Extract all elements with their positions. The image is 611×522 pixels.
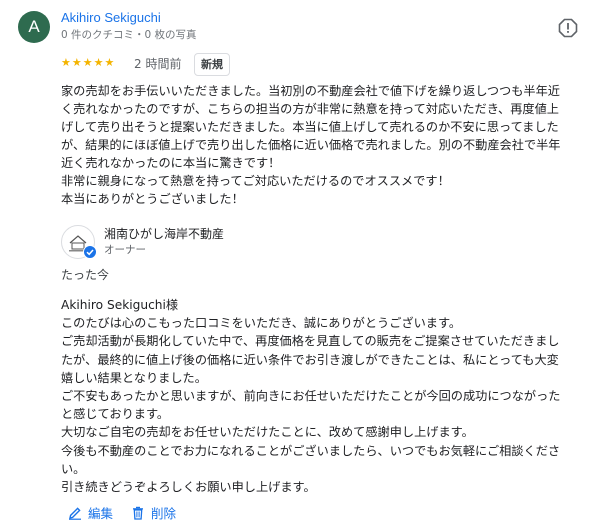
reply-line: 嬉しい結果となりました。 — [61, 370, 207, 385]
reply-line: たが、最終的に値上げ後の価格に近い条件でお引き渡しができたことは、私にとっても大… — [61, 352, 559, 367]
new-badge: 新規 — [194, 53, 230, 76]
review-line: 近く売れなかったのに本当に驚きです！ — [61, 156, 281, 170]
reply-line: い。 — [61, 461, 86, 476]
review-time: 2 時間前 — [134, 57, 182, 71]
owner-role: オーナー — [104, 244, 146, 256]
review-line: が、結果的にほぼ値上げで売り出した価格に近い価格で売れました。別の不動産会社で半… — [61, 138, 561, 152]
reply-line: 引き続きどうぞよろしくお願い申し上げます。 — [61, 480, 316, 495]
edit-icon — [69, 506, 81, 520]
reply-time: たった今 — [61, 268, 110, 282]
review-line: く売れなかったのですが、こちらの担当の方が非常に熱意を持って対応いただき、再度値… — [61, 102, 559, 116]
review-line: げして売り出そうと提案いただきました。本当に値上げして売れるのか不安に思ってまし… — [61, 120, 559, 134]
reply-line: このたびは心のこもった口コミをいただき、誠にありがとうございます。 — [61, 316, 462, 331]
reply-line: ご売却活動が長期化していた中で、再度価格を見直しての販売をご提案させていただきま… — [61, 334, 560, 349]
review-line: 家の売却をお手伝いいただきました。当初別の不動産会社で値下げを繰り返しつつも半年… — [61, 84, 560, 98]
delete-label: 削除 — [151, 506, 177, 521]
reply-actions: 編集 削除 — [68, 503, 176, 522]
reply-line: 今後も不動産のことでお力になれることがございましたら、いつでもお気軽にご相談くだ… — [61, 443, 561, 458]
reply-line: 大切なご自宅の売却をお任せいただけたことに、改めて感謝申し上げます。 — [61, 425, 474, 440]
reviewer-name[interactable]: Akihiro Sekiguchi — [61, 10, 161, 25]
reply-line: と感じております。 — [61, 407, 170, 422]
reply-text: Akihiro Sekiguchi様 このたびは心のこもった口コミをいただき、誠… — [61, 296, 606, 496]
edit-button[interactable]: 編集 — [68, 503, 113, 522]
delete-button[interactable]: 削除 — [131, 503, 176, 522]
star-rating: ★★★★★ — [61, 56, 116, 69]
review-line: 非常に親身になって熱意を持ってご対応いただけるのでオススメです！ — [61, 174, 450, 188]
review-text: 家の売却をお手伝いいただきました。当初別の不動産会社で値下げを繰り返しつつも半年… — [61, 82, 601, 208]
reply-line: Akihiro Sekiguchi様 — [61, 298, 179, 312]
verified-icon — [83, 245, 97, 259]
report-icon[interactable] — [558, 18, 578, 38]
reviewer-meta: 0 件のクチコミ・0 枚の写真 — [61, 29, 197, 41]
delete-icon — [133, 506, 144, 520]
reply-line: ご不安もあったかと思いますが、前向きにお任せいただけたことが今回の成功につながっ… — [61, 389, 561, 404]
reviewer-avatar[interactable]: A — [18, 11, 50, 43]
owner-name: 湘南ひがし海岸不動産 — [104, 227, 225, 241]
review-line: 本当にありがとうございました！ — [61, 192, 244, 206]
edit-label: 編集 — [88, 506, 114, 521]
